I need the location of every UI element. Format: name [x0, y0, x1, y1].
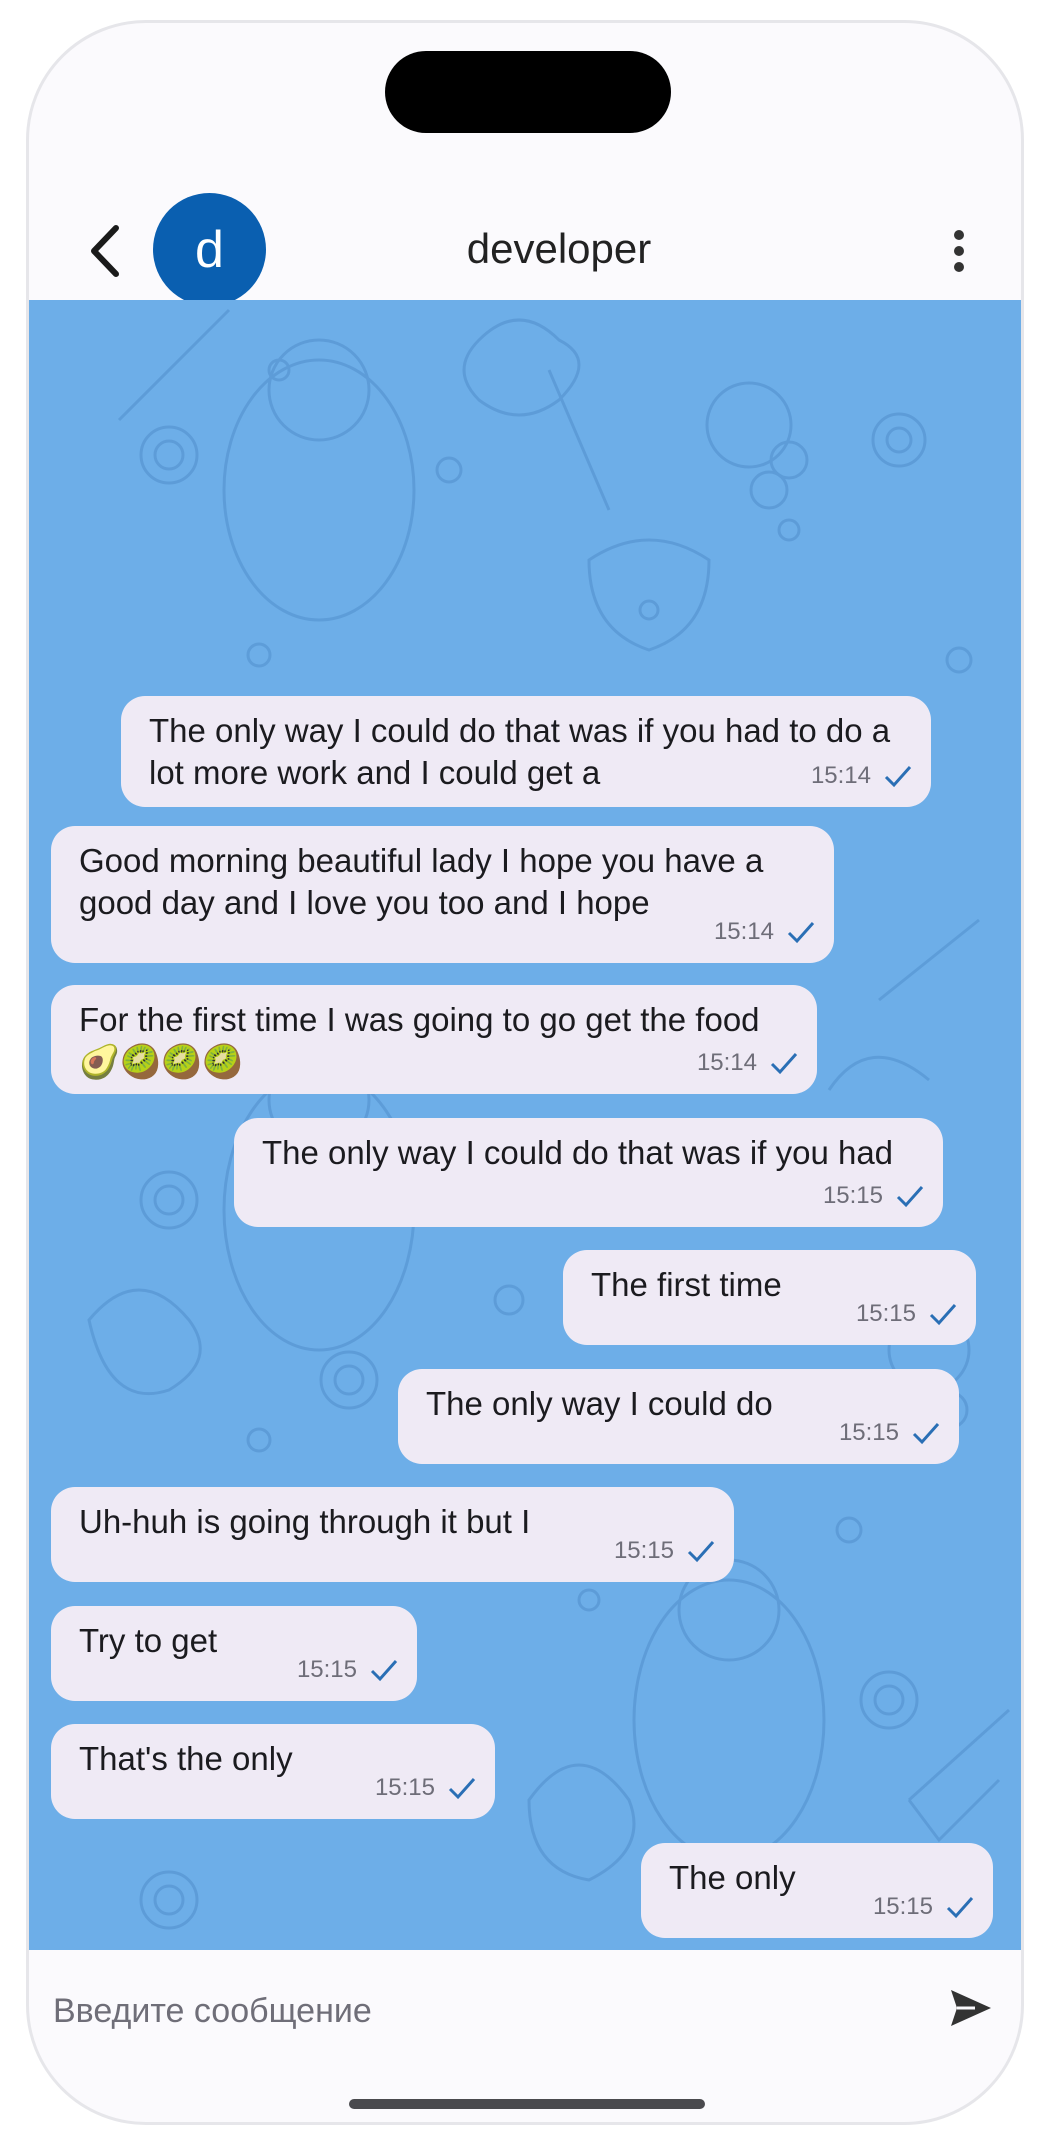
send-button[interactable]: [949, 1988, 999, 2038]
back-button[interactable]: [74, 221, 134, 281]
check-icon: [370, 1660, 398, 1682]
message-bubble-outgoing[interactable]: The only way I could do 15:15: [398, 1369, 959, 1464]
message-text: Try to get: [79, 1622, 218, 1659]
message-bubble-incoming[interactable]: Good morning beautiful lady I hope you h…: [51, 826, 834, 963]
check-icon: [687, 1541, 715, 1563]
check-icon: [929, 1304, 957, 1326]
message-text: The only way I could do that was if you …: [149, 712, 891, 791]
home-indicator: [349, 2099, 705, 2109]
message-time: 15:15: [838, 1419, 899, 1446]
chevron-left-icon: [91, 225, 119, 277]
message-text: The only way I could do that was if you …: [262, 1134, 894, 1171]
check-icon: [946, 1897, 974, 1919]
more-menu-button[interactable]: [939, 221, 979, 281]
check-icon: [884, 766, 912, 788]
message-composer: [29, 1950, 1021, 2070]
message-input[interactable]: [51, 1980, 915, 2042]
check-icon: [896, 1186, 924, 1208]
message-text: Good morning beautiful lady I hope you h…: [79, 842, 764, 921]
message-text: That's the only: [79, 1740, 293, 1777]
send-icon: [951, 1990, 991, 2026]
check-icon: [770, 1053, 798, 1075]
message-time: 15:14: [713, 918, 774, 945]
message-bubble-incoming[interactable]: Uh-huh is going through it but I 15:15: [51, 1487, 734, 1582]
check-icon: [787, 922, 815, 944]
message-bubble-outgoing[interactable]: The first time 15:15: [563, 1250, 976, 1345]
message-text: The only: [669, 1859, 796, 1896]
message-text: For the first time I was going to go get…: [79, 1001, 760, 1080]
avatar[interactable]: d: [153, 193, 266, 306]
message-time: 15:15: [613, 1537, 674, 1564]
message-bubble-incoming[interactable]: Try to get 15:15: [51, 1606, 417, 1701]
dynamic-island: [385, 51, 671, 133]
chat-area[interactable]: The only way I could do that was if you …: [29, 300, 1021, 1950]
message-time: 15:15: [855, 1300, 916, 1327]
message-bubble-outgoing[interactable]: The only 15:15: [641, 1843, 993, 1938]
message-bubble-outgoing[interactable]: The only way I could do that was if you …: [121, 696, 931, 807]
message-time: 15:15: [296, 1656, 357, 1683]
contact-name[interactable]: developer: [329, 219, 789, 279]
message-text: The only way I could do: [426, 1385, 773, 1422]
message-time: 15:14: [696, 1049, 757, 1076]
message-bubble-incoming[interactable]: That's the only 15:15: [51, 1724, 495, 1819]
more-vertical-icon: [954, 230, 964, 272]
check-icon: [912, 1423, 940, 1445]
message-bubble-incoming[interactable]: For the first time I was going to go get…: [51, 985, 817, 1094]
check-icon: [448, 1778, 476, 1800]
chat-header: d developer: [29, 173, 1021, 306]
message-bubble-outgoing[interactable]: The only way I could do that was if you …: [234, 1118, 943, 1227]
message-time: 15:14: [810, 762, 871, 789]
message-time: 15:15: [374, 1774, 435, 1801]
message-text: Uh-huh is going through it but I: [79, 1503, 531, 1540]
message-text: The first time: [591, 1266, 782, 1303]
phone-frame: d developer The only way I could do that…: [26, 20, 1024, 2125]
message-time: 15:15: [872, 1893, 933, 1920]
message-time: 15:15: [822, 1182, 883, 1209]
